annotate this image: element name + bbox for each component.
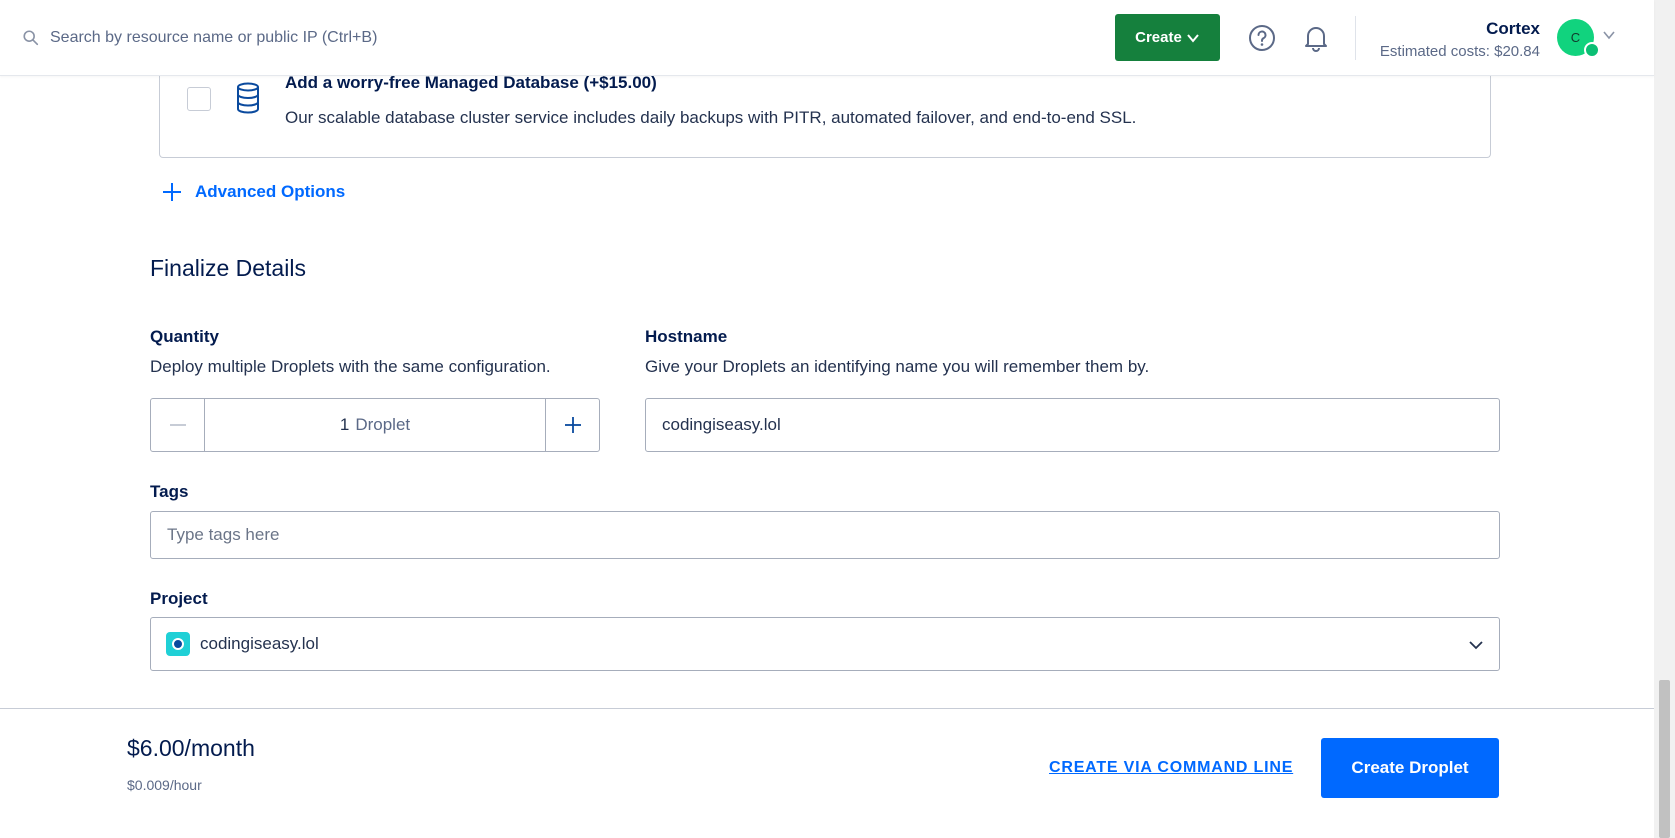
scrollbar-thumb[interactable] <box>1659 680 1670 838</box>
chevron-down-icon <box>1187 33 1199 43</box>
project-value: codingiseasy.lol <box>200 634 319 653</box>
order-summary-footer: $6.00/month $0.009/hour CREATE VIA COMMA… <box>0 708 1654 838</box>
tags-input[interactable]: Type tags here <box>150 511 1500 559</box>
tags-label: Tags <box>150 482 189 501</box>
quantity-stepper: 1 Droplet <box>150 398 600 452</box>
search-icon <box>23 30 39 46</box>
hostname-description: Give your Droplets an identifying name y… <box>645 357 1150 376</box>
minus-icon <box>169 424 186 426</box>
quantity-decrement-button[interactable] <box>151 399 205 451</box>
create-button[interactable]: Create <box>1115 14 1220 61</box>
quantity-increment-button[interactable] <box>545 399 599 451</box>
managed-database-description: Our scalable database cluster service in… <box>285 108 1137 127</box>
topbar-divider <box>1355 16 1356 60</box>
hostname-input[interactable]: codingiseasy.lol <box>645 398 1500 452</box>
search-bar[interactable]: Search by resource name or public IP (Ct… <box>22 24 377 52</box>
advanced-options-toggle[interactable]: Advanced Options <box>161 181 345 203</box>
project-select[interactable]: codingiseasy.lol <box>150 617 1500 671</box>
monthly-price: $6.00/month <box>127 735 255 761</box>
estimated-costs: Estimated costs: $20.84 <box>1379 43 1540 60</box>
account-menu[interactable]: Cortex Estimated costs: $20.84 <box>1380 19 1540 60</box>
avatar-initial: C <box>1570 30 1581 45</box>
quantity-description: Deploy multiple Droplets with the same c… <box>150 357 551 376</box>
notifications-bell-icon[interactable] <box>1302 23 1330 53</box>
hourly-price: $0.009/hour <box>127 777 202 793</box>
top-navigation-bar: Search by resource name or public IP (Ct… <box>0 0 1654 76</box>
help-icon[interactable] <box>1248 24 1276 52</box>
account-name: Cortex <box>1486 19 1540 38</box>
avatar-status-badge <box>1584 42 1600 58</box>
search-input[interactable]: Search by resource name or public IP (Ct… <box>50 29 377 47</box>
hostname-label: Hostname <box>645 327 728 346</box>
quantity-unit: Droplet <box>355 415 411 434</box>
tags-placeholder: Type tags here <box>167 525 280 544</box>
create-via-command-line-link[interactable]: CREATE VIA COMMAND LINE <box>1049 759 1293 777</box>
database-icon <box>237 82 259 114</box>
create-button-label: Create <box>1135 29 1182 46</box>
chevron-down-icon[interactable] <box>1602 28 1616 42</box>
plus-icon <box>163 183 181 201</box>
managed-database-title: Add a worry-free Managed Database (+$15.… <box>285 73 657 92</box>
hostname-value: codingiseasy.lol <box>662 415 781 434</box>
plus-icon <box>564 417 581 433</box>
quantity-label: Quantity <box>150 327 219 346</box>
page-scrollbar[interactable] <box>1654 0 1675 838</box>
finalize-details-heading: Finalize Details <box>150 255 306 281</box>
create-droplet-button[interactable]: Create Droplet <box>1321 738 1499 798</box>
project-icon <box>166 632 190 656</box>
chevron-down-icon <box>1469 641 1483 650</box>
quantity-number: 1 <box>339 415 350 434</box>
advanced-options-label: Advanced Options <box>195 182 346 201</box>
quantity-value[interactable]: 1 Droplet <box>205 399 545 451</box>
project-label: Project <box>150 589 208 608</box>
managed-database-checkbox[interactable] <box>187 87 211 111</box>
